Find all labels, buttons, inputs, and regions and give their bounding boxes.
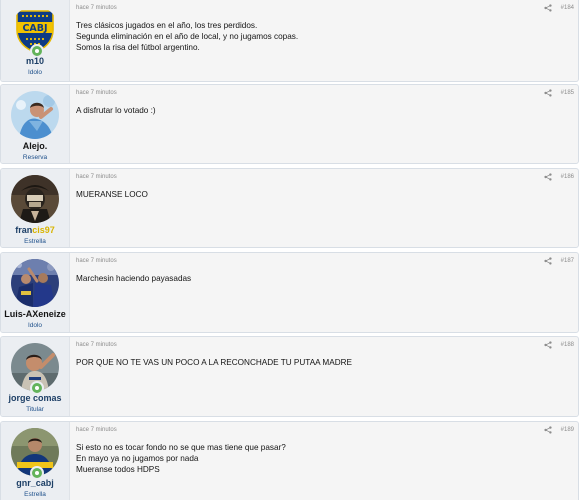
post-body: hace 7 minutos #187 Marchesin haciendo p…	[70, 253, 578, 332]
masked-figure-avatar-icon	[11, 175, 59, 223]
post: jorge comas Titular hace 7 minutos #188 …	[0, 336, 579, 417]
post-time[interactable]: hace 7 minutos	[76, 90, 117, 96]
post-body: hace 7 minutos #185 A disfrutar lo votad…	[70, 85, 578, 163]
post-text: Tres clásicos jugados en el año, los tre…	[76, 20, 570, 54]
share-icon[interactable]	[544, 173, 552, 181]
message-thread: CABJ m10 Idolo hace 7 minutos #184 Tres …	[0, 0, 582, 500]
user-role: Reserva	[22, 154, 48, 161]
avatar[interactable]	[11, 175, 59, 223]
user-role: Estrella	[24, 491, 46, 498]
post: francis97 Estrella hace 7 minutos #186 M…	[0, 168, 579, 248]
share-icon[interactable]	[544, 341, 552, 349]
post: gnr_cabj Estrella hace 7 minutos #189 Si…	[0, 421, 579, 500]
post-time[interactable]: hace 7 minutos	[76, 342, 117, 348]
post: CABJ m10 Idolo hace 7 minutos #184 Tres …	[0, 0, 579, 82]
post-text: MUERANSE LOCO	[76, 189, 570, 200]
post-time[interactable]: hace 7 minutos	[76, 174, 117, 180]
post-body: hace 7 minutos #186 MUERANSE LOCO	[70, 169, 578, 247]
post-line: Tres clásicos jugados en el año, los tre…	[76, 21, 258, 30]
username[interactable]: Alejo.	[1, 141, 69, 151]
username[interactable]: Luis-AXeneize	[1, 309, 69, 319]
share-icon[interactable]	[544, 89, 552, 97]
post-time[interactable]: hace 7 minutos	[76, 5, 117, 11]
post-number[interactable]: #189	[561, 427, 574, 433]
post-line: Somos la risa del fútbol argentino.	[76, 43, 200, 53]
share-icon[interactable]	[544, 4, 552, 12]
post-number[interactable]: #185	[561, 90, 574, 96]
post-time[interactable]: hace 7 minutos	[76, 427, 117, 433]
user-role: Idolo	[27, 69, 43, 76]
share-icon[interactable]	[544, 257, 552, 265]
avatar[interactable]	[11, 91, 59, 139]
post-line: Mueranse todos HDPS	[76, 465, 160, 475]
post: Luis-AXeneize Idolo hace 7 minutos #187 …	[0, 252, 579, 333]
post-line: MUERANSE LOCO	[76, 190, 148, 199]
username[interactable]: francis97	[1, 225, 69, 235]
share-icon[interactable]	[544, 426, 552, 434]
user-column: Luis-AXeneize Idolo	[1, 253, 70, 332]
user-column: gnr_cabj Estrella	[1, 422, 70, 500]
post-line: A disfrutar lo votado :)	[76, 106, 156, 115]
user-column: francis97 Estrella	[1, 169, 70, 247]
post-line: Si esto no es tocar fondo no se que mas …	[76, 443, 286, 452]
post-time[interactable]: hace 7 minutos	[76, 258, 117, 264]
post: Alejo. Reserva hace 7 minutos #185 A dis…	[0, 84, 579, 164]
celebration-photo-avatar-icon	[11, 259, 59, 307]
svg-text:CABJ: CABJ	[22, 23, 47, 34]
post-text: Marchesin haciendo payasadas	[76, 273, 570, 284]
post-text: Si esto no es tocar fondo no se que mas …	[76, 442, 570, 476]
post-body: hace 7 minutos #188 POR QUE NO TE VAS UN…	[70, 337, 578, 416]
post-number[interactable]: #184	[561, 5, 574, 11]
user-role: Idolo	[27, 322, 43, 329]
user-column: Alejo. Reserva	[1, 85, 70, 163]
avatar[interactable]	[11, 259, 59, 307]
post-number[interactable]: #188	[561, 342, 574, 348]
username[interactable]: gnr_cabj	[1, 478, 69, 488]
post-line: Marchesin haciendo payasadas	[76, 274, 192, 283]
username-part: cis97	[32, 225, 55, 235]
username[interactable]: m10	[1, 56, 69, 66]
post-text: POR QUE NO TE VAS UN POCO A LA RECONCHAD…	[76, 357, 570, 368]
user-column: jorge comas Titular	[1, 337, 70, 416]
user-column: CABJ m10 Idolo	[1, 0, 70, 81]
player-photo-avatar-icon	[11, 91, 59, 139]
post-line: Segunda eliminación en el año de local, …	[76, 32, 299, 42]
post-text: A disfrutar lo votado :)	[76, 105, 570, 116]
user-role: Titular	[26, 406, 44, 413]
post-number[interactable]: #187	[561, 258, 574, 264]
username-part: fran	[15, 225, 33, 235]
post-body: hace 7 minutos #189 Si esto no es tocar …	[70, 422, 578, 500]
post-number[interactable]: #186	[561, 174, 574, 180]
post-line: POR QUE NO TE VAS UN POCO A LA RECONCHAD…	[76, 358, 353, 367]
username[interactable]: jorge comas	[1, 393, 69, 403]
post-body: hace 7 minutos #184 Tres clásicos jugado…	[70, 0, 578, 81]
post-line: En mayo ya no jugamos por nada	[76, 454, 199, 464]
user-role: Estrella	[24, 238, 46, 245]
